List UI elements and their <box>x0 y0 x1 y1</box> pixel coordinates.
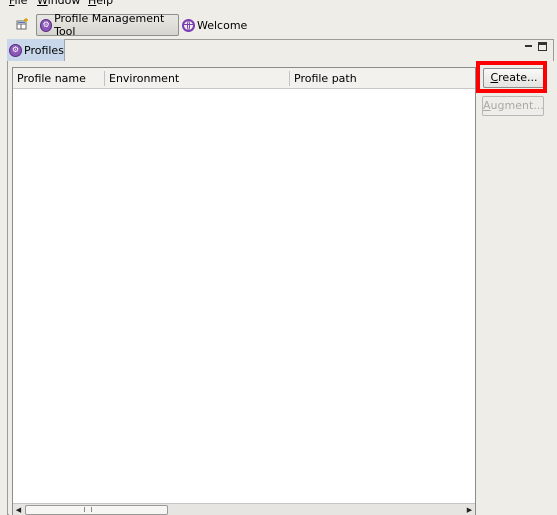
scroll-left-icon[interactable]: ◀ <box>13 505 24 515</box>
profile-management-tool-icon: ⚙ <box>40 18 53 32</box>
profile-management-tool-label: Profile Management Tool <box>54 12 165 38</box>
welcome-tab[interactable]: Welcome <box>182 16 247 34</box>
maximize-view-icon[interactable] <box>538 42 547 51</box>
table-header: Profile name Environment Profile path <box>13 68 475 89</box>
scrollbar-grip <box>84 507 92 512</box>
column-header-environment[interactable]: Environment <box>105 68 290 89</box>
minimize-view-icon[interactable] <box>525 42 533 50</box>
menu-bar: File Window Help <box>0 0 557 10</box>
menu-file[interactable]: File <box>9 0 27 7</box>
welcome-label: Welcome <box>197 18 248 32</box>
open-perspective-icon <box>16 18 28 30</box>
welcome-globe-icon <box>182 18 195 32</box>
column-header-profile-path[interactable]: Profile path <box>290 68 475 89</box>
scroll-right-icon[interactable]: ▶ <box>464 505 475 515</box>
profiles-icon: ⚙ <box>9 43 22 57</box>
horizontal-scrollbar[interactable]: ◀ ▶ <box>13 503 475 515</box>
menu-window[interactable]: Window <box>37 0 80 7</box>
scrollbar-thumb[interactable] <box>25 505 168 515</box>
profile-management-tool-tab[interactable]: ⚙ Profile Management Tool <box>36 12 179 38</box>
profiles-view-tab[interactable]: ⚙ Profiles <box>7 39 65 61</box>
profiles-table[interactable] <box>12 67 476 515</box>
menu-help[interactable]: Help <box>88 0 113 7</box>
open-perspective-button[interactable] <box>14 17 32 33</box>
highlight-box <box>476 61 547 93</box>
column-header-profile-name[interactable]: Profile name <box>13 68 105 89</box>
augment-button[interactable]: Augment... <box>482 96 544 116</box>
profiles-tab-label: Profiles <box>24 43 64 57</box>
